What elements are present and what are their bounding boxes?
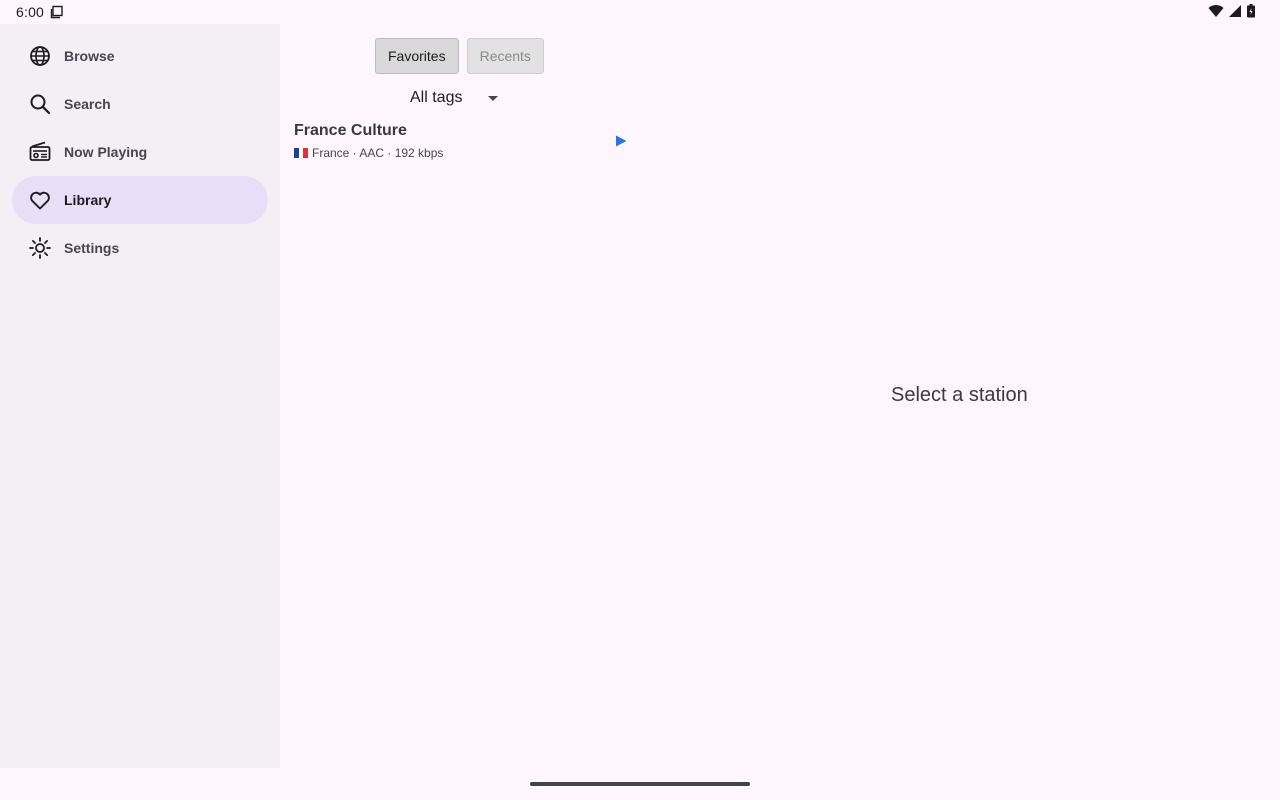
battery-icon — [1246, 3, 1256, 21]
search-icon — [28, 92, 52, 116]
radio-icon — [28, 140, 52, 164]
globe-icon — [28, 44, 52, 68]
gesture-navigation-bar[interactable] — [530, 782, 750, 786]
cell-signal-icon — [1228, 4, 1242, 21]
station-name: France Culture — [294, 122, 407, 139]
tag-filter-dropdown[interactable]: All tags — [410, 86, 499, 110]
heart-icon — [28, 188, 52, 212]
library-tabs: Favorites Recents — [375, 38, 544, 74]
nav-item-label: Settings — [64, 240, 120, 256]
france-flag-icon — [294, 148, 309, 158]
nav-item-browse[interactable]: Browse — [12, 32, 268, 80]
nav-item-label: Library — [64, 192, 112, 208]
nav-item-library[interactable]: Library — [12, 176, 268, 224]
brightness-icon — [28, 236, 52, 260]
nav-item-label: Browse — [64, 48, 115, 64]
notification-icon — [50, 5, 64, 19]
status-icons — [1208, 3, 1264, 21]
status-bar: 6:00 — [0, 0, 1280, 24]
library-pane: Favorites Recents All tags France Cultur… — [280, 24, 1280, 768]
nav-item-search[interactable]: Search — [12, 80, 268, 128]
nav-item-label: Search — [64, 96, 111, 112]
station-meta: France · AAC · 192 kbps — [294, 146, 634, 160]
play-button[interactable] — [614, 134, 628, 148]
nav-item-now-playing[interactable]: Now Playing — [12, 128, 268, 176]
nav-item-label: Now Playing — [64, 144, 148, 160]
station-list-item[interactable]: France Culture France · AAC · 192 kbps — [294, 122, 634, 166]
status-time: 6:00 — [16, 4, 45, 20]
tab-recents[interactable]: Recents — [466, 38, 544, 74]
station-details: France · AAC · 192 kbps — [312, 146, 444, 160]
navigation-drawer: Browse Search Now Playing Library Settin… — [0, 24, 280, 768]
tag-filter-value: All tags — [410, 89, 463, 106]
wifi-icon — [1208, 4, 1224, 21]
nav-item-settings[interactable]: Settings — [12, 224, 268, 272]
dropdown-arrow-icon — [488, 95, 499, 101]
detail-empty-state: Select a station — [891, 384, 1028, 406]
tab-favorites[interactable]: Favorites — [375, 38, 459, 74]
play-icon — [616, 135, 627, 147]
